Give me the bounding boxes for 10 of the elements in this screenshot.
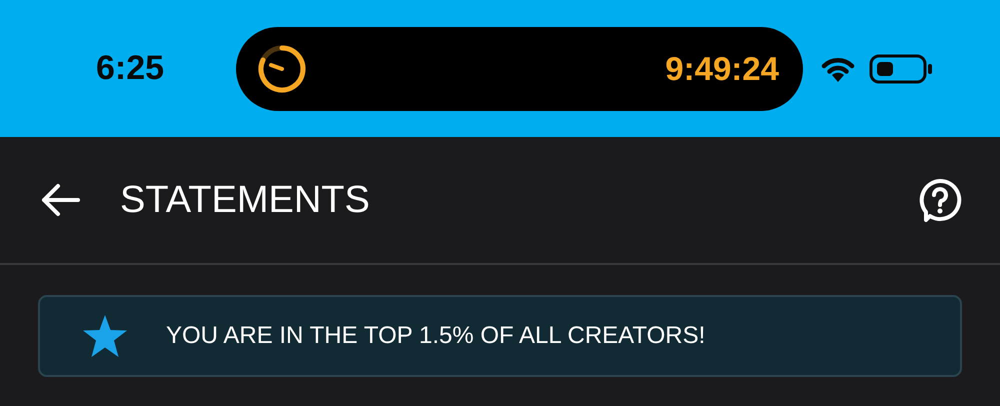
page-title: STATEMENTS [120,178,371,222]
banner-text: YOU ARE IN THE TOP 1.5% OF ALL CREATORS! [166,322,706,350]
wifi-icon [821,56,855,82]
timer-text: 9:49:24 [665,50,779,88]
battery-icon [869,54,933,84]
help-icon[interactable] [918,178,962,222]
timer-icon [256,42,308,94]
star-icon [82,314,128,358]
clock-time: 6:25 [94,49,166,88]
back-arrow-icon[interactable] [40,183,80,217]
